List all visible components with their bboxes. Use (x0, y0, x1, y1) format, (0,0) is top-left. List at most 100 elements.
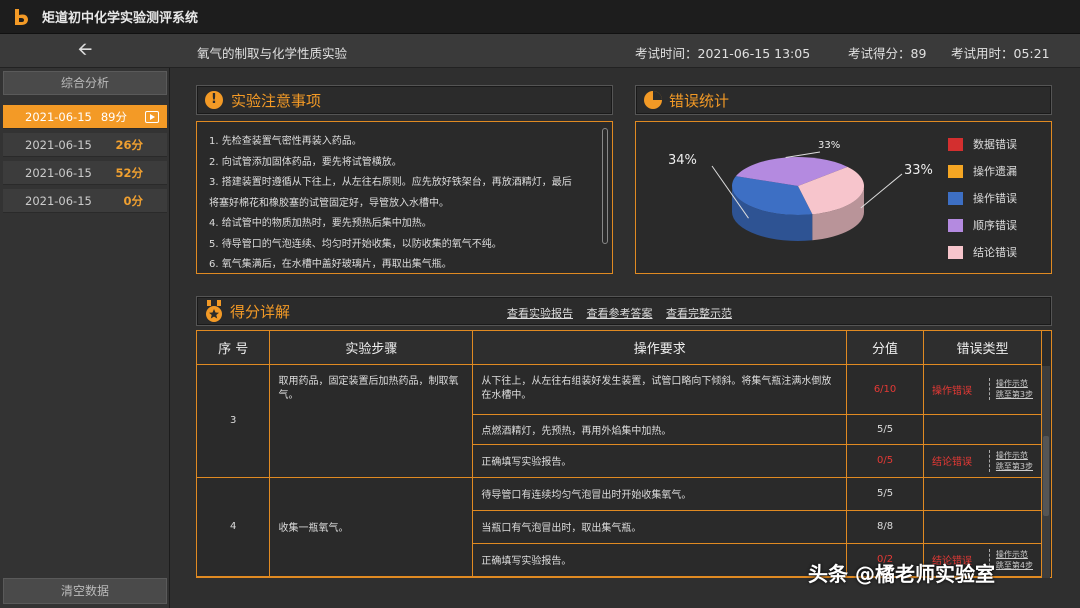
info-bar: 🡨 氧气的制取与化学性质实验 考试时间：2021-06-15 13:05 考试得… (0, 34, 1080, 68)
errors-title: 错误统计 (669, 91, 730, 110)
demo-link[interactable]: 操作示范 跳至第3步 (988, 449, 1033, 472)
table-row: 3 取用药品，固定装置后加热药品，制取氧气。 从下往上，从左往右组装好发生装置，… (197, 364, 1042, 478)
legend-item: 数据错误 (948, 136, 1017, 152)
view-report-link[interactable]: 查看实验报告 (507, 307, 573, 320)
error-type: 结论错误 (932, 457, 973, 468)
score-cell: 5/5 (846, 414, 925, 445)
legend-item: 操作错误 (948, 190, 1017, 206)
pie-leader-line (785, 151, 821, 159)
error-cell: 结论错误 操作示范 跳至第3步 (923, 444, 1042, 478)
video-icon[interactable] (145, 111, 159, 123)
table-scrollbar-thumb[interactable] (1043, 436, 1049, 516)
legend-label: 操作遗漏 (973, 165, 1017, 178)
notes-scrollbar[interactable] (602, 128, 608, 244)
step-text: 取用药品，固定装置后加热药品，制取氧气。 (269, 364, 474, 478)
history-date: 2021-06-15 (25, 165, 92, 180)
history-sidebar: 综合分析 2021-06-15 89分 2021-06-15 26分 2021-… (0, 68, 170, 608)
step-text: 收集一瓶氧气。 (269, 477, 474, 577)
legend-swatch (948, 245, 963, 259)
pie-chart-icon (644, 91, 662, 109)
history-item[interactable]: 2021-06-15 26分 (3, 133, 167, 157)
title-bar: 矩道初中化学实验测评系统 (0, 0, 1080, 34)
note-line: 5. 待导管口的气泡连续、均匀时开始收集，以防收集的氧气不纯。 (209, 238, 502, 250)
notes-header: ! 实验注意事项 (196, 85, 613, 115)
requirement-cell: 从下往上，从左往右组装好发生装置，试管口略向下倾斜。将集气瓶注满水倒放在水槽中。 (472, 364, 848, 415)
exam-time: 考试时间：2021-06-15 13:05 (635, 46, 811, 61)
jump-link-label: 跳至第3步 (995, 461, 1033, 471)
legend-item: 顺序错误 (948, 217, 1017, 233)
legend-item: 结论错误 (948, 244, 1017, 260)
history-date: 2021-06-15 (25, 109, 92, 124)
note-line: 将塞好棉花和橡胶塞的试管固定好，导管放入水槽中。 (209, 197, 449, 209)
sidebar-title[interactable]: 综合分析 (3, 71, 167, 95)
legend-label: 结论错误 (973, 246, 1017, 259)
score-table: 序 号 实验步骤 操作要求 分值 错误类型 3 取用药品，固定装置后加热药品，制… (197, 331, 1042, 577)
requirement-cell: 待导管口有连续均匀气泡冒出时开始收集氧气。 (472, 477, 848, 511)
history-item[interactable]: 2021-06-15 52分 (3, 161, 167, 185)
pie-data-label: 34% (668, 153, 697, 168)
view-answer-link[interactable]: 查看参考答案 (587, 307, 653, 320)
demo-link-label: 操作示范 (995, 549, 1028, 559)
history-score: 89分 (100, 109, 127, 124)
note-line: 3. 搭建装置时遵循从下往上，从左往右原则。应先放好铁架台，再放酒精灯，最后 (209, 177, 572, 188)
watermark-text: 头条 @橘老师实验室 (808, 562, 995, 586)
legend-item: 操作遗漏 (948, 163, 1017, 179)
view-demo-link[interactable]: 查看完整示范 (666, 307, 732, 320)
history-item[interactable]: 2021-06-15 0分 (3, 189, 167, 213)
step-no: 4 (197, 477, 271, 577)
error-cell (923, 414, 1042, 445)
pie-data-label: 33% (904, 163, 933, 178)
history-score: 52分 (115, 165, 143, 180)
experiment-name: 氧气的制取与化学性质实验 (197, 46, 348, 61)
report-links: 查看实验报告 查看参考答案 查看完整示范 (507, 305, 742, 321)
back-arrow-icon[interactable]: 🡨 (72, 40, 98, 62)
col-header-error-type: 错误类型 (923, 331, 1042, 365)
demo-link[interactable]: 操作示范 跳至第3步 (988, 378, 1033, 400)
legend-swatch (948, 137, 963, 151)
pie-leader-line (860, 173, 903, 209)
jump-link-label: 跳至第4步 (995, 560, 1033, 570)
requirement-cell: 正确填写实验报告。 (472, 543, 848, 577)
score-title: 得分详解 (230, 302, 291, 321)
demo-link[interactable]: 操作示范 跳至第4步 (988, 548, 1033, 571)
app-logo-icon (15, 8, 28, 25)
score-cell: 6/10 (846, 364, 925, 415)
error-cell (923, 510, 1042, 544)
clear-data-button[interactable]: 清空数据 (3, 578, 167, 604)
notes-title: 实验注意事项 (231, 91, 322, 110)
requirement-cell: 正确填写实验报告。 (472, 444, 848, 478)
warning-icon: ! (205, 91, 223, 109)
requirement-cell: 当瓶口有气泡冒出时，取出集气瓶。 (472, 510, 848, 544)
table-row: 4 收集一瓶氧气。 待导管口有连续均匀气泡冒出时开始收集氧气。 5/5 (197, 477, 1042, 577)
legend-label: 操作错误 (973, 192, 1017, 205)
history-date: 2021-06-15 (25, 137, 92, 152)
table-scrollbar[interactable] (1042, 366, 1050, 578)
note-line: 4. 给试管中的物质加热时，要先预热后集中加热。 (209, 218, 432, 229)
col-header-step: 实验步骤 (269, 331, 474, 365)
medal-icon (206, 300, 222, 322)
legend-label: 顺序错误 (973, 219, 1017, 232)
error-cell: 操作错误 操作示范 跳至第3步 (923, 364, 1042, 415)
score-header: 得分详解 查看实验报告 查看参考答案 查看完整示范 (196, 296, 1052, 326)
history-date: 2021-06-15 (25, 193, 92, 208)
history-item[interactable]: 2021-06-15 89分 (3, 105, 167, 129)
error-cell (923, 477, 1042, 511)
legend-label: 数据错误 (973, 138, 1017, 151)
error-pie-chart: 34% 33% 33% (668, 140, 933, 241)
pie-data-label: 33% (818, 140, 840, 151)
errors-header: 错误统计 (635, 85, 1052, 115)
score-table-container: 序 号 实验步骤 操作要求 分值 错误类型 3 取用药品，固定装置后加热药品，制… (196, 330, 1052, 578)
requirement-cell: 点燃酒精灯，先预热，再用外焰集中加热。 (472, 414, 848, 445)
step-no: 3 (197, 364, 271, 478)
history-score: 26分 (115, 137, 143, 152)
score-cell: 8/8 (846, 510, 925, 544)
score-cell: 5/5 (846, 477, 925, 511)
history-score: 0分 (123, 193, 143, 208)
error-type: 操作错误 (932, 385, 973, 397)
col-header-score: 分值 (846, 331, 925, 365)
notes-list: 1. 先检查装置气密性再装入药品。 2. 向试管添加固体药品，要先将试管横放。 … (197, 122, 612, 276)
note-line: 2. 向试管添加固体药品，要先将试管横放。 (209, 156, 402, 168)
note-line: 6. 氧气集满后，在水槽中盖好玻璃片，再取出集气瓶。 (209, 259, 452, 270)
step-text-content: 取用药品，固定装置后加热药品，制取氧气。 (278, 375, 459, 401)
col-header-requirement: 操作要求 (472, 331, 848, 365)
